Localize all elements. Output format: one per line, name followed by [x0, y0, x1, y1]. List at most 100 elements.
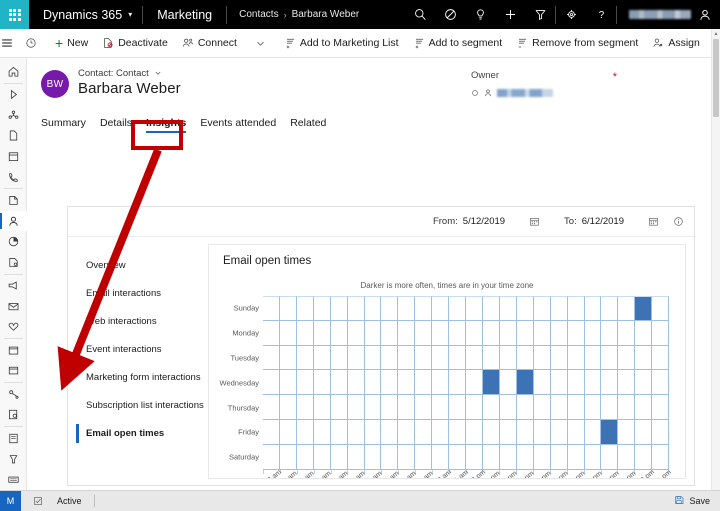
- heatmap-cell[interactable]: [263, 296, 280, 321]
- heatmap-cell[interactable]: [398, 345, 416, 371]
- heatmap-cell[interactable]: [635, 320, 653, 346]
- heatmap-cell[interactable]: [499, 419, 517, 445]
- heatmap-cell[interactable]: [313, 320, 331, 346]
- heatmap-cell[interactable]: [499, 320, 517, 346]
- heatmap-cell[interactable]: [415, 395, 433, 420]
- brand-dynamics365[interactable]: Dynamics 365 ▾: [29, 0, 142, 29]
- heatmap-cell[interactable]: [618, 320, 636, 346]
- heatmap-cell[interactable]: [347, 370, 365, 396]
- waffle-grid-icon[interactable]: [0, 0, 29, 29]
- scrollbar-thumb[interactable]: [713, 39, 719, 117]
- sidebar-item-activity[interactable]: [0, 190, 27, 211]
- heatmap-cell[interactable]: [652, 296, 670, 321]
- heatmap-cell[interactable]: [330, 444, 348, 470]
- heatmap-cell[interactable]: [482, 395, 500, 420]
- heatmap-cell[interactable]: [533, 419, 551, 445]
- heatmap-cell[interactable]: [466, 370, 483, 396]
- insights-nav-subscription-list-interactions[interactable]: Subscription list interactions: [80, 396, 208, 415]
- heatmap-cell[interactable]: [381, 320, 399, 346]
- heatmap-cell[interactable]: [313, 296, 331, 321]
- heatmap-cell[interactable]: [466, 296, 483, 321]
- heatmap-cell[interactable]: [313, 345, 331, 371]
- heatmap-cell[interactable]: [381, 395, 399, 420]
- heatmap-cell[interactable]: [533, 296, 551, 321]
- sidebar-item-form-page[interactable]: [0, 405, 27, 426]
- heatmap-cell[interactable]: [567, 370, 585, 396]
- heatmap-cell[interactable]: [415, 345, 433, 371]
- heatmap-cell[interactable]: [652, 345, 670, 371]
- heatmap-cell[interactable]: [313, 370, 331, 396]
- heatmap-cell[interactable]: [601, 395, 619, 420]
- heatmap-cell[interactable]: [466, 345, 483, 371]
- heatmap-cell[interactable]: [279, 370, 297, 396]
- insights-nav-email-interactions[interactable]: Email interactions: [80, 284, 208, 303]
- sidebar-item-window[interactable]: [0, 361, 27, 382]
- tab-events-attended[interactable]: Events attended: [200, 117, 276, 132]
- heatmap-cell[interactable]: [550, 345, 568, 371]
- heatmap-cell[interactable]: [635, 419, 653, 445]
- insights-nav-overview[interactable]: Overview: [80, 256, 208, 275]
- heatmap-cell[interactable]: [398, 395, 416, 420]
- heatmap-cell[interactable]: [618, 395, 636, 420]
- heatmap-cell[interactable]: [296, 320, 314, 346]
- heatmap-cell[interactable]: [652, 419, 670, 445]
- heatmap-cell[interactable]: [652, 320, 670, 346]
- owner-value[interactable]: [471, 88, 621, 98]
- heatmap-cell[interactable]: [635, 296, 653, 321]
- sidebar-item-recent[interactable]: [0, 84, 27, 105]
- heatmap-cell[interactable]: [398, 296, 416, 321]
- heatmap-cell[interactable]: [313, 395, 331, 420]
- heatmap-cell[interactable]: [550, 419, 568, 445]
- user-account[interactable]: [617, 0, 720, 29]
- heatmap-cell[interactable]: [347, 419, 365, 445]
- heatmap-cell[interactable]: [347, 395, 365, 420]
- heatmap-cell[interactable]: [347, 444, 365, 470]
- heatmap-cell[interactable]: [263, 395, 280, 420]
- sidebar-item-keyboard[interactable]: [0, 469, 27, 490]
- insights-nav-web-interactions[interactable]: Web interactions: [80, 312, 208, 331]
- settings-gear-icon[interactable]: [556, 0, 586, 29]
- heatmap-cell[interactable]: [601, 444, 619, 470]
- heatmap-cell[interactable]: [550, 370, 568, 396]
- heatmap-cell[interactable]: [347, 296, 365, 321]
- heatmap-cell[interactable]: [364, 296, 382, 321]
- heatmap-cell[interactable]: [398, 370, 416, 396]
- heatmap-cell[interactable]: [381, 419, 399, 445]
- heatmap-cell[interactable]: [263, 320, 280, 346]
- lightbulb-icon[interactable]: [465, 0, 495, 29]
- heatmap-cell[interactable]: [466, 419, 483, 445]
- heatmap-cell[interactable]: [516, 345, 534, 371]
- hamburger-menu-icon[interactable]: [0, 29, 14, 57]
- calendar-icon[interactable]: [529, 216, 540, 227]
- heatmap-cell[interactable]: [263, 419, 280, 445]
- from-date-input[interactable]: 5/12/2019: [463, 216, 505, 227]
- heatmap-cell[interactable]: [618, 370, 636, 396]
- heatmap-cell[interactable]: [263, 370, 280, 396]
- heatmap-cell[interactable]: [533, 444, 551, 470]
- sidebar-item-email[interactable]: [0, 296, 27, 317]
- heatmap-cell[interactable]: [550, 320, 568, 346]
- heatmap-cell[interactable]: [415, 370, 433, 396]
- calendar-icon[interactable]: [648, 216, 659, 227]
- heatmap-cell[interactable]: [618, 296, 636, 321]
- heatmap-cell[interactable]: [550, 296, 568, 321]
- sidebar-item-page[interactable]: [0, 126, 27, 147]
- quick-create-icon[interactable]: [495, 0, 525, 29]
- scroll-up-arrow-icon[interactable]: ▲: [712, 29, 720, 38]
- heatmap-cell[interactable]: [618, 444, 636, 470]
- heatmap-cell[interactable]: [364, 395, 382, 420]
- heatmap-cell[interactable]: [296, 370, 314, 396]
- sidebar-item-favorites[interactable]: [0, 317, 27, 338]
- heatmap-cell[interactable]: [584, 296, 602, 321]
- heatmap-cell[interactable]: [432, 296, 450, 321]
- heatmap-cell[interactable]: [516, 395, 534, 420]
- heatmap-cell[interactable]: [652, 395, 670, 420]
- assign-button[interactable]: Assign: [645, 29, 707, 57]
- connect-button[interactable]: Connect: [175, 29, 244, 57]
- unsaved-changes-icon[interactable]: [33, 496, 43, 506]
- heatmap-cell[interactable]: [499, 395, 517, 420]
- heatmap-cell[interactable]: [330, 296, 348, 321]
- heatmap-cell[interactable]: [296, 296, 314, 321]
- heatmap-cell[interactable]: [449, 345, 467, 371]
- heatmap-cell[interactable]: [313, 444, 331, 470]
